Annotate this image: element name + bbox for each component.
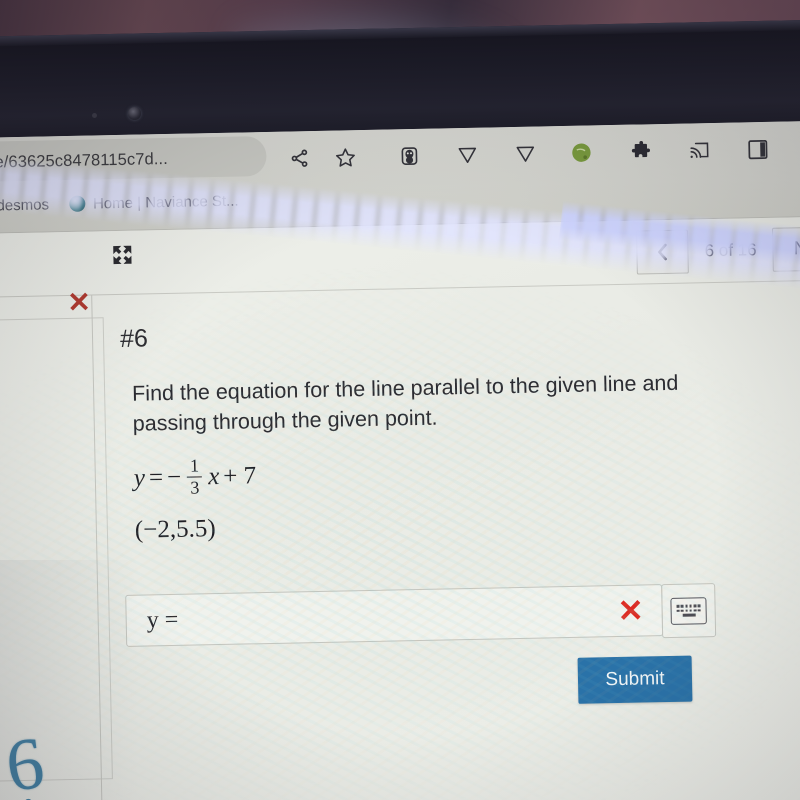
url-text: e/63625c8478115c7d... [0,149,169,172]
incorrect-status-icon: ✕ [67,286,92,318]
webcam-led-indicator [92,113,97,118]
equation-constant: + 7 [223,461,257,490]
address-bar[interactable]: e/63625c8478115c7d... [0,135,267,182]
answer-prefix-label: y = [146,606,179,633]
bookmark-label: desmos [0,195,50,214]
answer-row: y = ✕ [125,583,717,647]
laptop-screen: e/63625c8478115c7d... desmos Home | Navi… [0,120,800,800]
browser-chrome: e/63625c8478115c7d... desmos Home | Navi… [0,120,800,234]
answer-incorrect-icon: ✕ [617,592,644,629]
question-navigation: 6 of 16 Nex [636,226,800,275]
cast-icon[interactable] [684,135,715,166]
given-point: (−2,5.5) [134,515,216,544]
equation-variable: x [207,462,220,490]
math-keyboard-button[interactable] [661,583,717,639]
reading-list-panel-icon[interactable] [742,134,773,165]
bookmark-desmos[interactable]: d desmos [0,191,59,219]
extension-penguin-icon[interactable] [394,141,425,172]
question-counter: 6 of 16 [704,240,757,261]
shield-outline-icon[interactable] [452,140,483,171]
answer-input[interactable]: y = ✕ [125,584,664,647]
bookmark-label: Home | Naviance St... [92,192,239,212]
equation-lhs: y [133,464,146,492]
next-question-button[interactable]: Nex [772,226,800,272]
webcam-icon [128,107,141,120]
submit-button[interactable]: Submit [577,655,693,704]
naviance-globe-favicon [68,195,86,212]
fraction-numerator: 1 [189,455,200,476]
shield-outline-icon-2[interactable] [510,138,541,169]
bookmark-star-icon[interactable] [330,142,361,173]
green-circle-extension-icon[interactable] [566,137,597,168]
undo-arrow-icon[interactable]: ⇝ [0,289,9,312]
question-number: #6 [119,324,149,353]
previous-question-button[interactable] [636,229,690,275]
bookmark-naviance[interactable]: Home | Naviance St... [59,187,249,217]
share-icon[interactable] [284,143,315,174]
fullscreen-expand-icon[interactable] [110,243,134,267]
bookmarks-bar: d desmos Home | Naviance St... [0,172,800,222]
photo-of-laptop-screen: e/63625c8478115c7d... desmos Home | Navi… [0,0,800,800]
equation-fraction: 1 3 [187,455,203,499]
extensions-puzzle-icon[interactable] [626,136,657,167]
fraction-denominator: 3 [190,477,200,499]
app-viewport: 6 of 16 Nex ⇝ ✕ #6 Find the equation for… [0,216,800,800]
question-prompt: Find the equation for the line parallel … [131,370,679,436]
math-keyboard-icon [670,596,707,625]
equation-equals: = [148,463,164,492]
given-line-equation: y = − 1 3 x + 7 [133,455,257,499]
equation-minus: − [166,463,182,491]
question-content: #6 Find the equation for the line parall… [92,280,800,800]
